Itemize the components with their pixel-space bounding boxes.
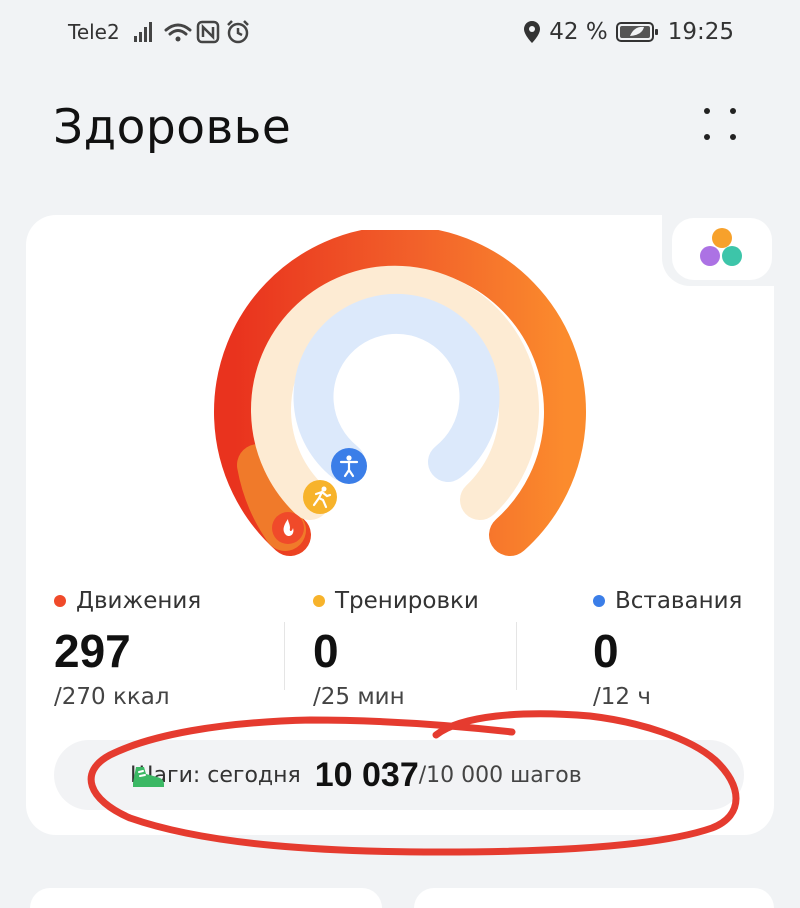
stand-label: Вставания: [615, 588, 743, 614]
stand-dot-icon: [593, 595, 605, 607]
move-dot-icon: [54, 595, 66, 607]
signal-icon: [134, 22, 152, 42]
stat-move[interactable]: Движения 297 /270 ккал: [54, 588, 201, 710]
move-target: /270 ккал: [54, 684, 170, 710]
exercise-value: 0: [313, 625, 339, 677]
activity-rings[interactable]: [210, 230, 590, 560]
move-value: 297: [54, 625, 131, 677]
battery-icon: [615, 22, 658, 42]
steps-goal: /10 000 шагов: [418, 762, 582, 788]
exercise-label: Тренировки: [335, 588, 479, 614]
stand-value: 0: [593, 625, 619, 677]
grid-dots-icon[interactable]: [696, 100, 744, 148]
exercise-dot-icon: [313, 595, 325, 607]
running-icon: [303, 480, 337, 514]
stat-exercise[interactable]: Тренировки 0 /25 мин: [313, 588, 479, 710]
divider: [516, 622, 517, 690]
page-title: Здоровье: [53, 100, 292, 155]
three-circles-icon: [700, 228, 742, 266]
flame-icon: [272, 512, 304, 544]
standing-person-icon: [331, 448, 367, 484]
status-right: 42 % 19:25: [523, 16, 734, 48]
nfc-icon: [196, 20, 220, 44]
location-icon: [524, 21, 541, 43]
shoe-icon: [133, 767, 164, 787]
exercise-target: /25 мин: [313, 684, 405, 710]
stand-target: /12 ч: [593, 684, 651, 710]
steps-value: 10 037: [314, 755, 419, 794]
move-label: Движения: [76, 588, 202, 614]
battery-percent: 42 %: [549, 19, 608, 45]
clock-time: 19:25: [667, 19, 734, 45]
divider: [284, 622, 285, 690]
carrier-name: Tele2: [68, 20, 120, 44]
wifi-icon: [164, 23, 192, 42]
alarm-icon: [227, 20, 249, 44]
stat-stand[interactable]: Вставания 0 /12 ч: [593, 588, 742, 710]
rings-view-button[interactable]: [672, 218, 772, 280]
stand-ring-track: [293, 293, 500, 482]
status-icons-left: [134, 20, 249, 44]
bottom-card-left[interactable]: [30, 888, 382, 908]
status-bar: Tele2 42 % 19:25: [0, 0, 800, 64]
bottom-card-right[interactable]: [414, 888, 774, 908]
